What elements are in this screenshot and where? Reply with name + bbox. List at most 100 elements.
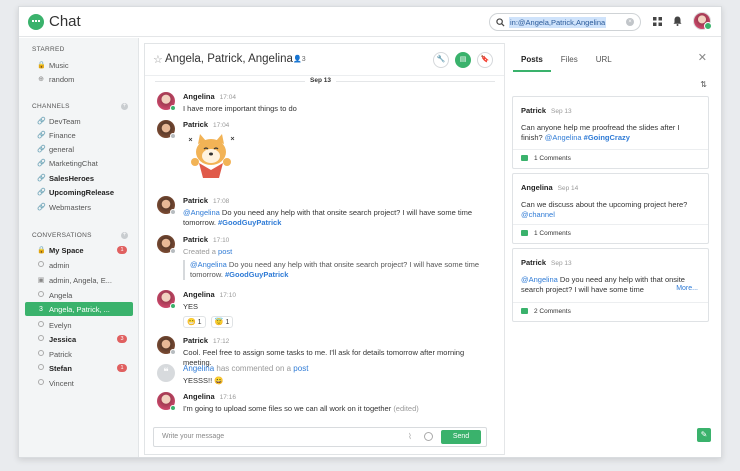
message-author[interactable]: Angelina [183,92,215,101]
message-composer[interactable]: Write your message ⌇ Send [153,427,487,447]
online-status-icon [170,105,176,111]
add-channel-icon[interactable]: + [121,103,128,110]
post-comments[interactable]: 2 Comments [513,302,708,320]
post-card[interactable]: Angelina Sep 14 Can we discuss about the … [512,173,709,244]
post-text: Can we discuss about the upcoming projec… [521,200,688,219]
sidebar-item-marketingchat[interactable]: 🔗 MarketingChat [25,156,133,170]
post-author[interactable]: Angelina [521,183,553,192]
comment-icon [521,230,528,237]
post-text: @Angelina Do you need any help with that… [521,275,685,294]
clear-search-icon[interactable]: × [626,18,634,26]
post-date: Sep 13 [551,260,572,267]
status-dot-icon [38,261,44,267]
quoted-post[interactable]: @Angelina Do you need any help with that… [183,260,483,280]
comment-avatar: ❝ [157,364,175,382]
message-author[interactable]: Angelina [183,290,215,299]
chat-panel: ☆ Angela, Patrick, Angelina 👤3 🔧 ▤ 🔖 Sep… [144,43,506,455]
mention-link[interactable]: @channel [521,210,555,219]
emoji-icon[interactable] [424,432,433,441]
tab-posts[interactable]: Posts [513,51,551,72]
user-avatar[interactable] [693,12,712,30]
message-time: 17:08 [213,198,230,205]
sort-icon[interactable]: ⇅ [700,80,707,89]
message-author[interactable]: Patrick [183,336,208,345]
online-status-icon [170,303,176,309]
group-icon: ▣ [37,277,45,284]
sidebar-item-music[interactable]: 🔒 Music [25,58,133,72]
message-author[interactable]: Patrick [183,235,208,244]
sidebar-item-admin[interactable]: admin [25,258,133,272]
panel-icon: ▤ [459,56,467,63]
post-author[interactable]: Patrick [521,258,546,267]
sidebar-item-patrick[interactable]: Patrick [25,347,133,361]
sidebar-item-general[interactable]: 🔗 general [25,142,133,156]
settings-wrench-button[interactable]: 🔧 [433,52,449,68]
mention-link[interactable]: @Angelina [521,275,558,284]
tab-url[interactable]: URL [588,51,620,72]
channel-icon: 🔗 [37,189,46,196]
post-link[interactable]: post [218,247,232,256]
mention-link[interactable]: @Angelina [545,133,582,142]
sidebar-item-angela[interactable]: Angela [25,288,133,302]
post-link[interactable]: post [293,364,308,373]
message-text: I have more important things to do [183,104,297,113]
send-button[interactable]: Send [441,430,481,444]
sidebar-item-stefan[interactable]: Stefan 1 [25,361,133,375]
sidebar-item-jessica[interactable]: Jessica 3 [25,332,133,346]
right-panel: Posts Files URL ✕ ⇅ Patrick Sep 13 Can an… [504,43,717,455]
sidebar-item-evelyn[interactable]: Evelyn [25,318,133,332]
channels-section-title: CHANNELS [32,103,70,110]
hashtag-link[interactable]: #GoingCrazy [584,133,630,142]
message-author[interactable]: Patrick [183,196,208,205]
post-comments[interactable]: 1 Comments [513,224,708,242]
star-icon[interactable]: ☆ [153,53,163,66]
message-text: I'm going to upload some files so we can… [183,404,419,413]
post-card[interactable]: Patrick Sep 13 Can anyone help me proofre… [512,96,709,169]
mention-link[interactable]: @Angelina [183,208,220,217]
reaction-chip[interactable]: 😁 1 [183,316,206,328]
sidebar-item-webmasters[interactable]: 🔗 Webmasters [25,200,133,214]
chat-logo-icon [28,13,44,30]
post-author[interactable]: Patrick [521,106,546,115]
app-logo[interactable]: Chat [28,13,81,30]
hashtag-link[interactable]: #GoodGuyPatrick [218,218,281,227]
mention-link[interactable]: @Angelina [190,260,227,269]
new-post-button[interactable]: ✎ [697,428,711,442]
panel-toggle-button[interactable]: ▤ [455,52,471,68]
sidebar-item-my-space[interactable]: 🔒 My Space 1 [25,243,133,257]
message-text: @Angelina Do you need any help with that… [183,208,473,227]
post-card[interactable]: Patrick Sep 13 @Angelina Do you need any … [512,248,709,322]
reaction-chip[interactable]: 😇 1 [210,316,234,328]
sidebar-item-salesheroes[interactable]: 🔗 SalesHeroes [25,171,133,185]
tab-files[interactable]: Files [553,51,586,72]
top-bar: Chat in:@Angela,Patrick,Angelina × [19,7,721,37]
sidebar-item-random[interactable]: ⊕ random [25,72,133,86]
status-dot-icon [38,335,44,341]
post-comments[interactable]: 1 Comments [513,149,708,167]
close-icon[interactable]: ✕ [698,51,707,64]
unread-badge: 3 [117,335,127,343]
notification-bell-icon[interactable] [673,16,682,26]
sidebar-item-admin-angela[interactable]: ▣ admin, Angela, E... [25,273,133,287]
message-author[interactable]: Angelina [183,364,214,373]
search-box[interactable]: in:@Angela,Patrick,Angelina × [489,13,641,31]
message-author[interactable]: Angelina [183,392,215,401]
message-time: 17:16 [219,394,236,401]
message-input[interactable]: Write your message [162,433,224,440]
more-link[interactable]: More... [676,285,698,292]
message-author[interactable]: Patrick [183,120,208,129]
sidebar-item-angela-patrick[interactable]: 3 Angela, Patrick, ... [25,302,133,316]
attach-icon[interactable]: ⌇ [408,432,412,441]
sidebar-item-finance[interactable]: 🔗 Finance [25,128,133,142]
members-count[interactable]: 👤3 [293,55,306,63]
bookmark-button[interactable]: 🔖 [477,52,493,68]
sidebar-item-devteam[interactable]: 🔗 DevTeam [25,114,133,128]
channel-icon: 🔗 [37,146,46,153]
sidebar-item-upcomingrelease[interactable]: 🔗 UpcomingRelease [25,185,133,199]
apps-grid-icon[interactable] [653,16,662,26]
search-input[interactable]: in:@Angela,Patrick,Angelina [509,16,607,28]
add-conversation-icon[interactable]: + [121,232,128,239]
hashtag-link[interactable]: #GoodGuyPatrick [225,270,288,279]
unread-badge: 1 [117,246,127,254]
sidebar-item-vincent[interactable]: Vincent [25,376,133,390]
